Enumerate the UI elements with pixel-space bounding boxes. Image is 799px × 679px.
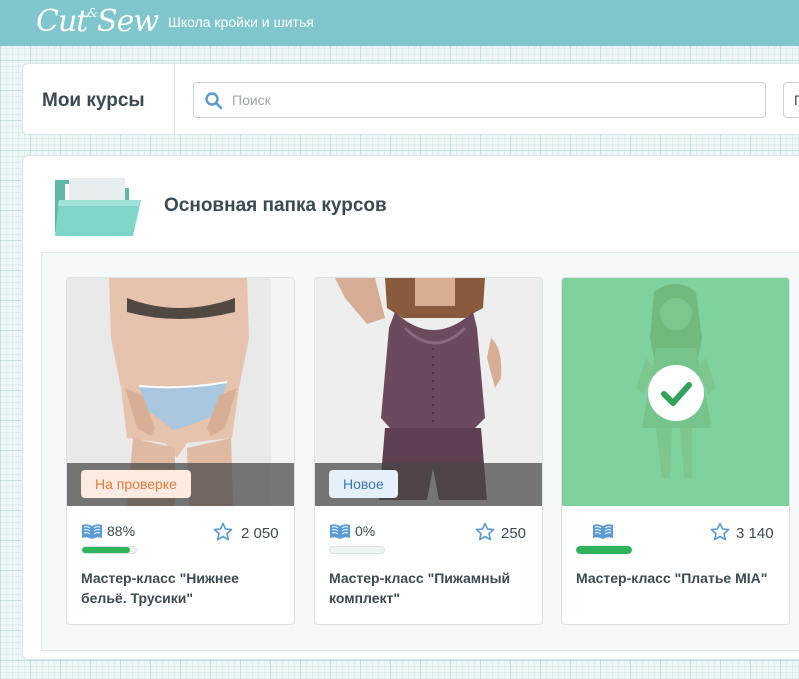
- progress-bar: [81, 546, 137, 554]
- status-badge: Новое: [329, 470, 398, 498]
- search-icon: [205, 92, 223, 110]
- logo-text-second: Sew: [97, 4, 159, 39]
- star-icon[interactable]: [213, 522, 233, 542]
- course-grid: На проверке 88% 2 050 Мастер-класс "Нижн…: [41, 252, 799, 651]
- course-card[interactable]: Новое 0% 250 Мастер-класс "Пижамный комп…: [314, 277, 543, 625]
- page-title: Мои курсы: [42, 90, 145, 111]
- star-icon[interactable]: [475, 522, 495, 542]
- search-input[interactable]: [232, 84, 752, 116]
- course-title[interactable]: Мастер-класс "Платье MIA": [576, 568, 781, 588]
- folder-panel: Основная папка курсов На проверке 88% 2 …: [22, 155, 799, 660]
- progress-bar: [576, 546, 632, 554]
- course-title[interactable]: Мастер-класс "Нижнее бельё. Трусики": [81, 568, 286, 608]
- extra-button[interactable]: П: [783, 82, 799, 118]
- course-image[interactable]: [562, 278, 789, 506]
- book-icon: [330, 524, 350, 539]
- folder-icon: [55, 178, 141, 236]
- rating-count: 2 050: [241, 525, 279, 542]
- logo-amp: &: [87, 6, 98, 20]
- status-badge: На проверке: [81, 470, 191, 498]
- book-icon: [593, 524, 613, 539]
- check-icon: [661, 382, 692, 406]
- course-card[interactable]: На проверке 88% 2 050 Мастер-класс "Нижн…: [66, 277, 295, 625]
- course-title[interactable]: Мастер-класс "Пижамный комплект": [329, 568, 534, 608]
- progress-text: 88%: [107, 523, 136, 539]
- logo[interactable]: Cut&Sew: [36, 4, 159, 39]
- book-icon: [82, 524, 102, 539]
- star-icon[interactable]: [710, 522, 730, 542]
- logo-text: Cut: [36, 4, 88, 39]
- progress-bar: [329, 546, 385, 554]
- tagline: Школа кройки и шитья: [168, 14, 314, 30]
- progress-fill: [576, 546, 632, 554]
- rating-count: 250: [501, 525, 527, 542]
- rating-count: 3 140: [736, 525, 774, 542]
- search-box: [193, 82, 766, 118]
- progress-text: 0%: [355, 523, 376, 539]
- divider: [174, 64, 175, 134]
- top-bar: Cut&Sew Школа кройки и шитья: [0, 0, 799, 46]
- header-panel: Мои курсы П: [22, 63, 799, 135]
- check-badge: [648, 365, 704, 421]
- folder-title: Основная папка курсов: [164, 195, 387, 216]
- course-card[interactable]: 3 140 Мастер-класс "Платье MIA": [561, 277, 790, 625]
- progress-fill: [82, 547, 130, 553]
